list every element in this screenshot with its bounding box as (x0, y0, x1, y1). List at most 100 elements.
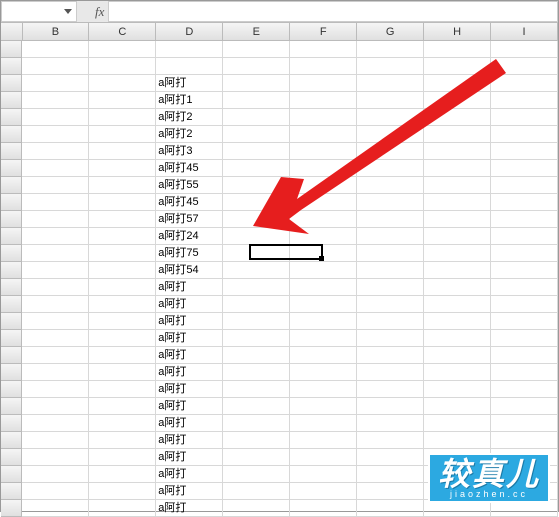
cell[interactable] (223, 381, 290, 398)
cell[interactable]: a阿打2 (156, 126, 223, 143)
row-header[interactable] (1, 330, 22, 347)
cell[interactable] (22, 262, 89, 279)
cell[interactable] (357, 330, 424, 347)
cell[interactable] (491, 432, 558, 449)
cell[interactable] (290, 296, 357, 313)
row-header[interactable] (1, 466, 22, 483)
cell[interactable] (357, 449, 424, 466)
cell[interactable] (491, 109, 558, 126)
cell[interactable] (424, 41, 491, 58)
row-header[interactable] (1, 92, 22, 109)
cell[interactable] (22, 347, 89, 364)
cell[interactable] (22, 92, 89, 109)
cell[interactable] (290, 92, 357, 109)
cell[interactable] (357, 211, 424, 228)
row-header[interactable] (1, 245, 22, 262)
cell[interactable] (223, 330, 290, 347)
cell[interactable] (290, 177, 357, 194)
cell[interactable] (223, 398, 290, 415)
cell[interactable] (357, 381, 424, 398)
row-header[interactable] (1, 279, 22, 296)
cell[interactable] (22, 41, 89, 58)
cell[interactable] (223, 211, 290, 228)
cell[interactable] (89, 364, 156, 381)
cell[interactable]: a阿打 (156, 75, 223, 92)
cell[interactable] (290, 126, 357, 143)
cell[interactable] (22, 313, 89, 330)
cell[interactable] (22, 228, 89, 245)
cell[interactable] (290, 449, 357, 466)
row-header[interactable] (1, 58, 22, 75)
cell[interactable] (290, 211, 357, 228)
row-header[interactable] (1, 160, 22, 177)
col-header-I[interactable]: I (491, 23, 558, 41)
cell[interactable] (223, 347, 290, 364)
cell[interactable] (357, 347, 424, 364)
cell[interactable] (22, 177, 89, 194)
cell[interactable] (491, 381, 558, 398)
cell[interactable] (223, 279, 290, 296)
row-header[interactable] (1, 432, 22, 449)
cell[interactable]: a阿打2 (156, 109, 223, 126)
cell[interactable] (424, 126, 491, 143)
cell[interactable] (424, 160, 491, 177)
cell[interactable] (357, 500, 424, 517)
cell[interactable] (223, 483, 290, 500)
cell[interactable]: a阿打 (156, 364, 223, 381)
cell[interactable] (357, 160, 424, 177)
cell[interactable] (22, 330, 89, 347)
row-header[interactable] (1, 194, 22, 211)
cell[interactable] (22, 75, 89, 92)
cell[interactable] (290, 262, 357, 279)
cell[interactable] (223, 500, 290, 517)
cell[interactable] (89, 415, 156, 432)
cell[interactable] (491, 279, 558, 296)
cell[interactable] (357, 296, 424, 313)
cell[interactable] (424, 211, 491, 228)
cell[interactable] (290, 415, 357, 432)
cell[interactable] (22, 109, 89, 126)
cell[interactable] (424, 75, 491, 92)
cell[interactable]: a阿打45 (156, 194, 223, 211)
cell[interactable] (424, 143, 491, 160)
cell[interactable] (22, 415, 89, 432)
cell[interactable] (491, 364, 558, 381)
cell[interactable] (424, 381, 491, 398)
cell[interactable] (357, 398, 424, 415)
cell[interactable]: a阿打 (156, 500, 223, 517)
cell[interactable]: a阿打54 (156, 262, 223, 279)
name-box[interactable] (1, 1, 77, 22)
cell[interactable] (491, 126, 558, 143)
cell[interactable] (491, 415, 558, 432)
cell[interactable] (89, 432, 156, 449)
cell[interactable] (22, 381, 89, 398)
cell[interactable]: a阿打 (156, 432, 223, 449)
cell[interactable] (357, 415, 424, 432)
cell[interactable] (22, 194, 89, 211)
cell[interactable] (290, 41, 357, 58)
cell[interactable] (290, 500, 357, 517)
cell[interactable] (424, 415, 491, 432)
cell[interactable] (89, 228, 156, 245)
cell[interactable] (424, 228, 491, 245)
cell[interactable] (424, 194, 491, 211)
cell[interactable] (491, 347, 558, 364)
chevron-down-icon[interactable] (64, 9, 72, 14)
cell[interactable] (491, 313, 558, 330)
cell[interactable] (290, 194, 357, 211)
cell[interactable]: a阿打 (156, 466, 223, 483)
row-header[interactable] (1, 177, 22, 194)
cell[interactable]: a阿打3 (156, 143, 223, 160)
cell[interactable] (491, 330, 558, 347)
cell[interactable] (89, 483, 156, 500)
cell[interactable] (491, 245, 558, 262)
cell[interactable] (22, 160, 89, 177)
cell[interactable] (491, 177, 558, 194)
cell[interactable] (89, 143, 156, 160)
cell[interactable] (22, 449, 89, 466)
row-header[interactable] (1, 415, 22, 432)
cell[interactable] (89, 58, 156, 75)
cell[interactable] (290, 347, 357, 364)
cell[interactable] (22, 364, 89, 381)
cell[interactable] (424, 296, 491, 313)
